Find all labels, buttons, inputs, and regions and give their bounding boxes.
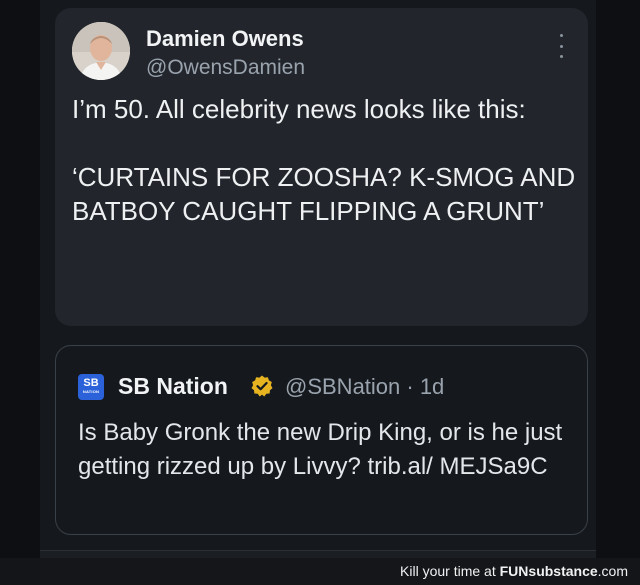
tweet-card[interactable]: Damien Owens @OwensDamien I’m 50. All ce…	[55, 8, 588, 326]
watermark-brand-2: substance	[528, 563, 598, 579]
watermark-prefix: Kill your time at	[400, 563, 500, 579]
avatar-photo	[72, 22, 130, 80]
author-handle[interactable]: @OwensDamien	[146, 56, 305, 80]
quoted-author-name[interactable]: SB Nation	[118, 373, 228, 400]
quoted-handle-time[interactable]: @SBNation · 1d	[285, 374, 444, 400]
logo-subtext: NATION	[82, 389, 100, 394]
author-name[interactable]: Damien Owens	[146, 26, 304, 52]
quoted-tweet-card[interactable]: SB NATION SB Nation @SBNation · 1d Is Ba…	[55, 345, 588, 535]
left-edge	[0, 0, 40, 585]
watermark-brand-1: FUN	[499, 563, 529, 579]
more-vertical-icon[interactable]	[554, 34, 568, 58]
watermark-brand-3: .com	[597, 563, 628, 579]
verified-badge-icon	[251, 375, 273, 397]
avatar[interactable]	[72, 22, 130, 80]
right-edge	[596, 0, 640, 585]
logo-text: SB	[83, 377, 99, 389]
watermark: Kill your time at FUNsubstance.com	[400, 563, 628, 579]
tweet-text: I’m 50. All celebrity news looks like th…	[72, 94, 576, 226]
sb-nation-logo-icon[interactable]: SB NATION	[78, 374, 104, 400]
quoted-tweet-text: Is Baby Gronk the new Drip King, or is h…	[78, 419, 563, 480]
